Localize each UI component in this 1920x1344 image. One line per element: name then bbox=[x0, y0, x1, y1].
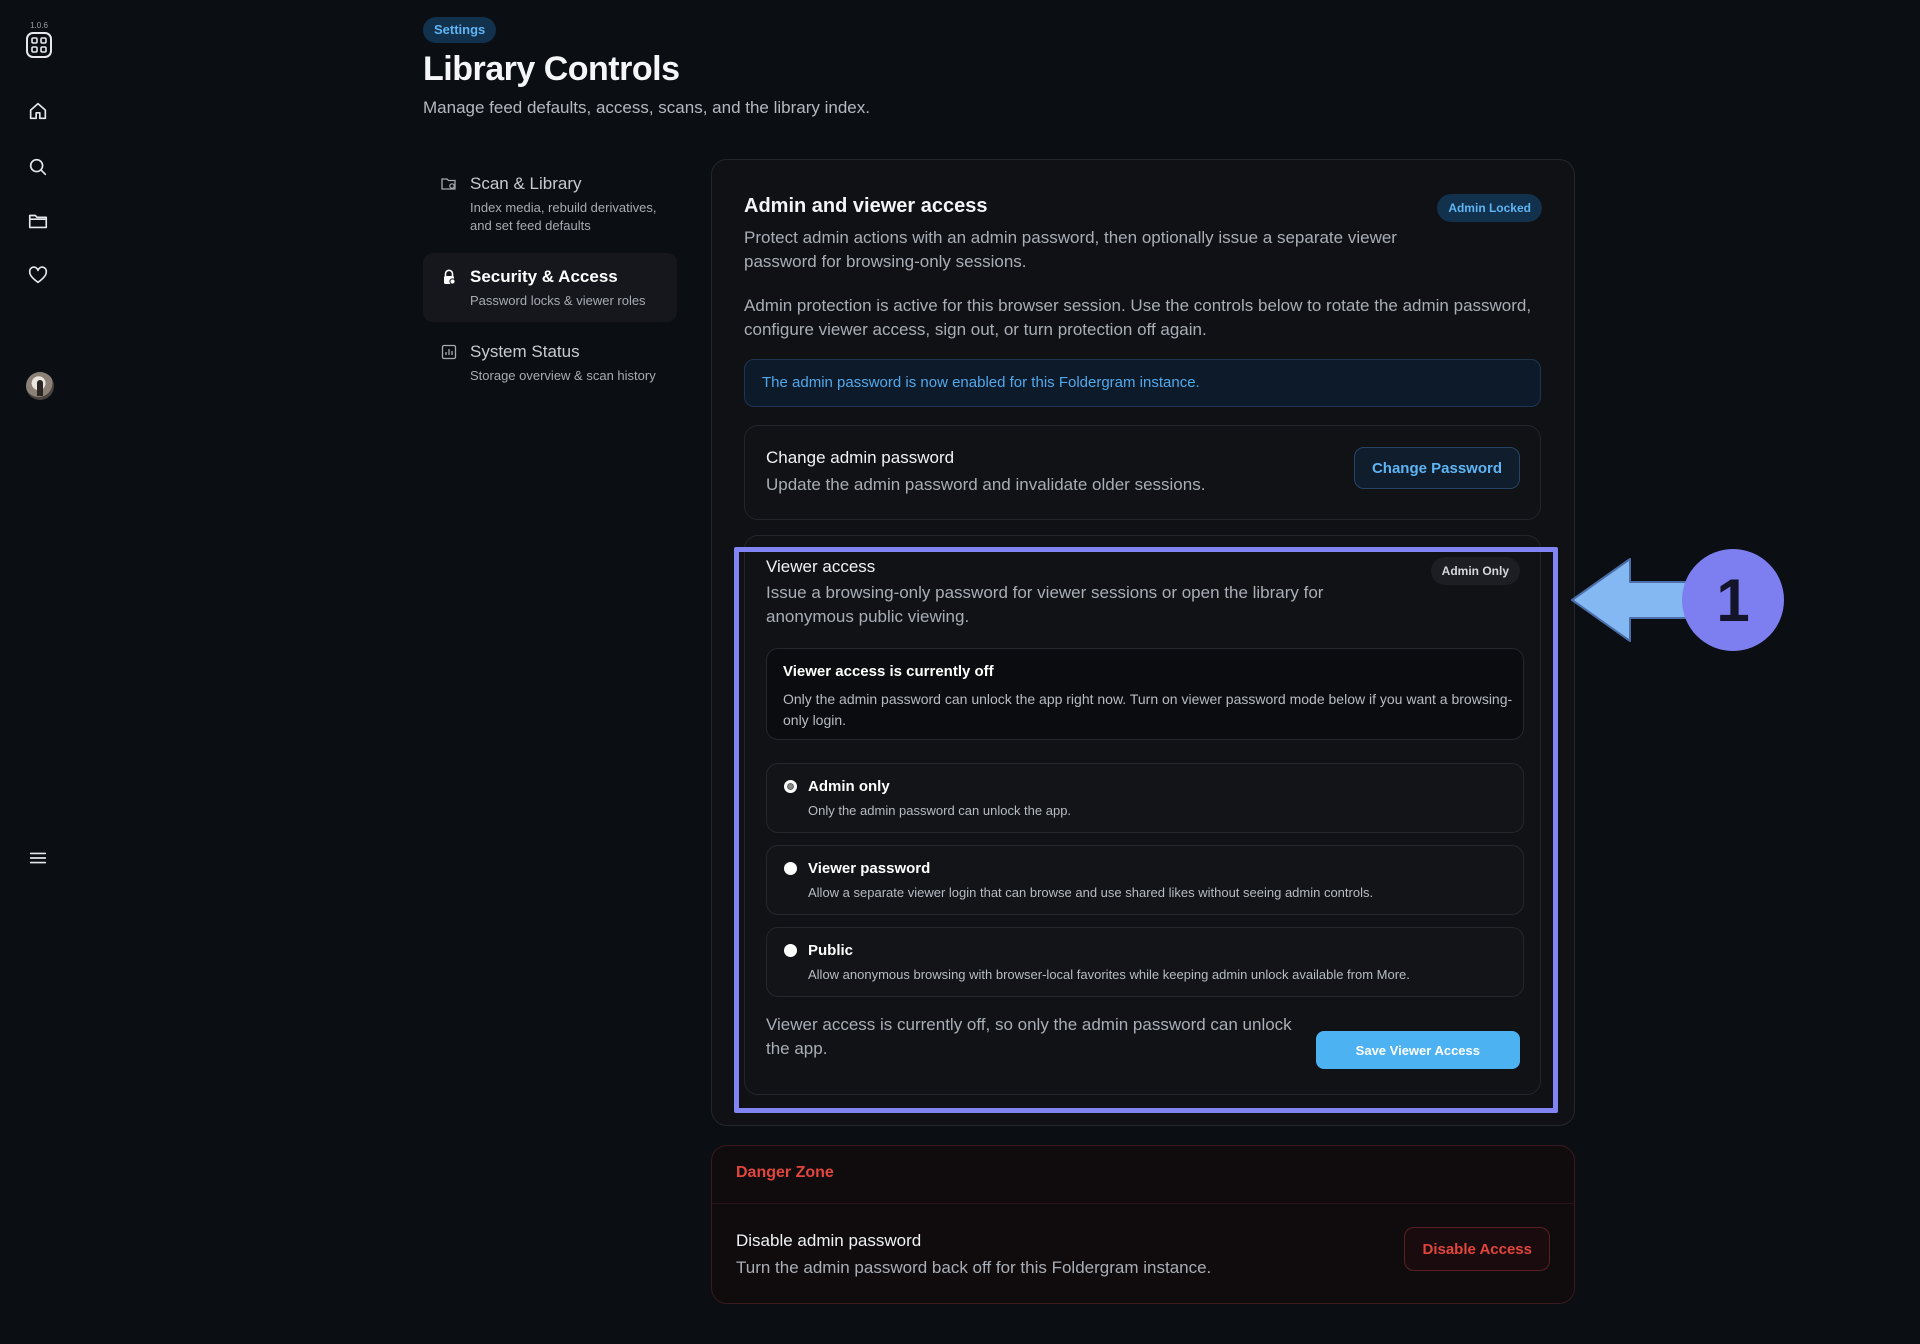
disable-password-title: Disable admin password bbox=[736, 1231, 922, 1250]
change-password-desc: Update the admin password and invalidate… bbox=[766, 475, 1206, 494]
access-option-public[interactable]: Public Allow anonymous browsing with bro… bbox=[766, 927, 1524, 997]
radio-viewer-password[interactable] bbox=[784, 862, 797, 875]
admin-locked-badge: Admin Locked bbox=[1437, 194, 1542, 222]
section-nav-security-access[interactable]: Security & Access Password locks & viewe… bbox=[423, 253, 677, 322]
access-settings-card: Admin and viewer access Admin Locked Pro… bbox=[711, 159, 1575, 1126]
viewer-access-panel: Viewer access Admin Only Issue a browsin… bbox=[744, 535, 1541, 1095]
access-option-viewer-password[interactable]: Viewer password Allow a separate viewer … bbox=[766, 845, 1524, 915]
app-logo[interactable]: 1.0.6 bbox=[24, 22, 54, 60]
viewer-status-desc: Only the admin password can unlock the a… bbox=[783, 691, 1513, 728]
section-nav-label: System Status bbox=[470, 342, 580, 361]
app-version: 1.0.6 bbox=[30, 21, 48, 30]
viewer-status-title: Viewer access is currently off bbox=[783, 663, 994, 680]
annotation-number: 1 bbox=[1716, 567, 1749, 634]
settings-section-nav: Scan & Library Index media, rebuild deri… bbox=[423, 160, 677, 403]
home-button[interactable] bbox=[22, 95, 54, 127]
option-label: Viewer password bbox=[808, 860, 931, 877]
danger-zone-heading: Danger Zone bbox=[736, 1164, 834, 1181]
option-label: Admin only bbox=[808, 778, 890, 795]
option-label: Public bbox=[808, 942, 854, 959]
chart-icon bbox=[441, 344, 457, 360]
heart-icon bbox=[28, 266, 48, 284]
folders-button[interactable] bbox=[22, 205, 54, 237]
search-button[interactable] bbox=[22, 151, 54, 183]
search-icon bbox=[29, 158, 47, 176]
access-active-note: Admin protection is active for this brow… bbox=[744, 296, 1532, 339]
change-password-panel: Change admin password Update the admin p… bbox=[744, 425, 1541, 520]
home-icon bbox=[29, 102, 47, 120]
divider bbox=[712, 1203, 1574, 1204]
change-password-title: Change admin password bbox=[766, 448, 955, 467]
password-enabled-notice: The admin password is now enabled for th… bbox=[744, 359, 1541, 407]
disable-access-button[interactable]: Disable Access bbox=[1404, 1227, 1550, 1271]
access-card-title: Admin and viewer access bbox=[744, 195, 988, 217]
option-desc: Only the admin password can unlock the a… bbox=[808, 803, 1072, 818]
annotation-callout: 1 bbox=[1571, 549, 1784, 651]
section-nav-desc: Password locks & viewer roles bbox=[470, 293, 646, 308]
menu-button[interactable] bbox=[22, 842, 54, 874]
viewer-footer-note: Viewer access is currently off, so only … bbox=[766, 1015, 1292, 1058]
folder-scan-icon bbox=[441, 178, 456, 190]
likes-button[interactable] bbox=[22, 259, 54, 291]
radio-public[interactable] bbox=[784, 944, 797, 957]
section-nav-label: Scan & Library bbox=[470, 174, 582, 193]
option-desc: Allow a separate viewer login that can b… bbox=[808, 885, 1374, 900]
avatar[interactable] bbox=[26, 372, 54, 400]
breadcrumb[interactable]: Settings bbox=[423, 17, 497, 43]
lock-icon bbox=[444, 269, 456, 285]
option-desc: Allow anonymous browsing with browser-lo… bbox=[808, 967, 1410, 982]
grid-logo-icon bbox=[26, 32, 52, 58]
viewer-status-box: Viewer access is currently off Only the … bbox=[766, 648, 1524, 740]
danger-zone-card: Danger Zone Disable admin password Turn … bbox=[711, 1145, 1575, 1304]
section-nav-label: Security & Access bbox=[470, 267, 618, 286]
admin-only-badge: Admin Only bbox=[1430, 557, 1520, 585]
change-password-button[interactable]: Change Password bbox=[1353, 447, 1520, 489]
access-option-admin-only[interactable]: Admin only Only the admin password can u… bbox=[766, 763, 1524, 833]
section-nav-scan-library[interactable]: Scan & Library Index media, rebuild deri… bbox=[423, 160, 677, 247]
folder-icon bbox=[28, 214, 48, 229]
viewer-access-desc: Issue a browsing-only password for viewe… bbox=[766, 583, 1324, 626]
disable-password-desc: Turn the admin password back off for thi… bbox=[736, 1258, 1212, 1277]
app-rail: 1.0.6 bbox=[0, 0, 78, 1344]
section-nav-system-status[interactable]: System Status Storage overview & scan hi… bbox=[423, 328, 677, 397]
hamburger-menu-icon bbox=[29, 852, 47, 864]
save-viewer-access-button[interactable]: Save Viewer Access bbox=[1315, 1031, 1520, 1069]
section-nav-desc: Storage overview & scan history bbox=[470, 368, 656, 383]
radio-admin-only[interactable] bbox=[784, 780, 797, 793]
page-subtitle: Manage feed defaults, access, scans, and… bbox=[423, 98, 870, 117]
viewer-access-title: Viewer access bbox=[766, 557, 876, 576]
page-title: Library Controls bbox=[423, 50, 680, 88]
access-card-intro: Protect admin actions with an admin pass… bbox=[744, 228, 1397, 271]
section-nav-desc: Index media, rebuild derivatives, and se… bbox=[470, 200, 657, 233]
